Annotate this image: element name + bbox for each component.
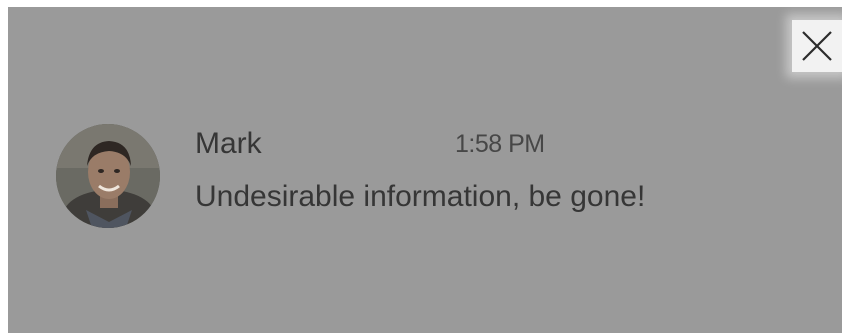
user-photo-icon <box>56 124 160 228</box>
close-button[interactable] <box>792 20 842 72</box>
message-text: Undesirable information, be gone! <box>195 180 646 213</box>
avatar[interactable] <box>56 124 160 228</box>
message-timestamp: 1:58 PM <box>455 130 545 158</box>
screenshot-frame: Mark 1:58 PM Undesirable information, be… <box>0 0 842 333</box>
close-icon <box>802 31 832 61</box>
author-name: Mark <box>195 127 262 160</box>
